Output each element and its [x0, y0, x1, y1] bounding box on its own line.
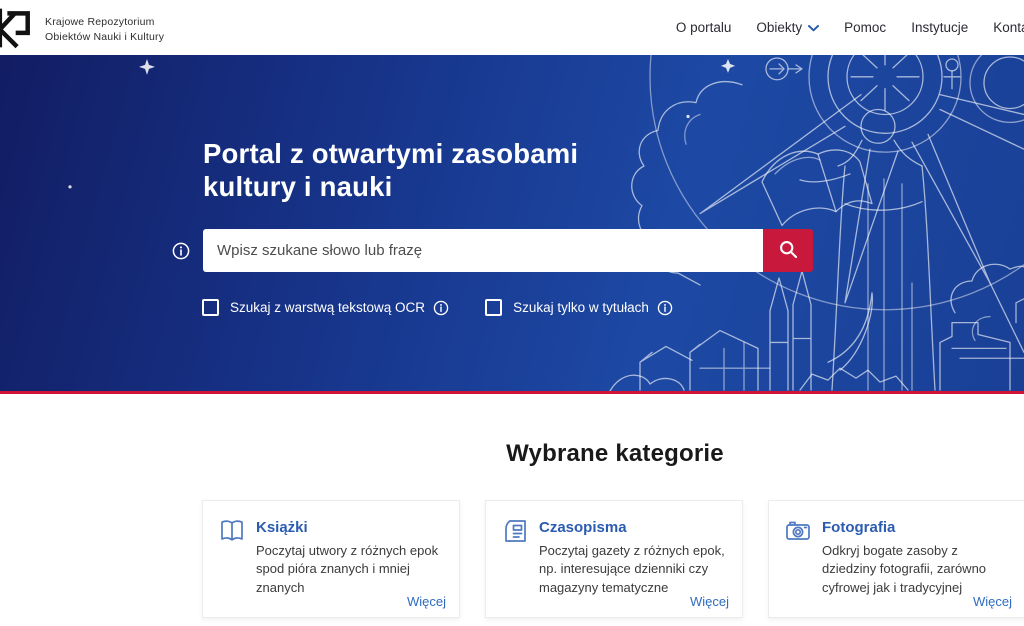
- checkbox-ocr[interactable]: Szukaj z warstwą tekstową OCR: [202, 299, 449, 316]
- category-card-czasopisma: Czasopisma Poczytaj gazety z różnych epo…: [485, 500, 743, 618]
- card-desc-czasopisma: Poczytaj gazety z różnych epok, np. inte…: [539, 542, 729, 597]
- nav-item-o-portalu[interactable]: O portalu: [676, 20, 732, 35]
- more-link-czasopisma[interactable]: Więcej: [690, 594, 729, 609]
- card-title-czasopisma[interactable]: Czasopisma: [539, 519, 729, 536]
- search-input[interactable]: [203, 229, 763, 272]
- hero-title: Portal z otwartymi zasobami kultury i na…: [203, 137, 598, 203]
- card-desc-fotografia: Odkryj bogate zasoby z dziedziny fotogra…: [822, 542, 1012, 597]
- hero-banner: Portal z otwartymi zasobami kultury i na…: [0, 55, 1024, 394]
- open-book-icon: [218, 517, 246, 597]
- nav-item-kontakt[interactable]: Kontakt: [993, 20, 1024, 35]
- checkbox-ocr-label: Szukaj z warstwą tekstową OCR: [230, 300, 425, 315]
- camera-icon: [784, 517, 812, 597]
- card-title-ksiazki[interactable]: Książki: [256, 519, 446, 536]
- search-bar: [203, 229, 813, 272]
- nav-item-pomoc[interactable]: Pomoc: [844, 20, 886, 35]
- info-icon[interactable]: [433, 300, 449, 316]
- chevron-down-icon: [808, 20, 819, 35]
- checkbox-titles-label: Szukaj tylko w tytułach: [513, 300, 649, 315]
- category-card-ksiazki: Książki Poczytaj utwory z różnych epok s…: [202, 500, 460, 618]
- kronika-logo-icon: [0, 6, 36, 54]
- card-title-fotografia[interactable]: Fotografia: [822, 519, 1012, 536]
- nav-item-instytucje[interactable]: Instytucje: [911, 20, 968, 35]
- top-bar: Krajowe Repozytorium Obiektów Nauki i Ku…: [0, 0, 1024, 55]
- more-link-fotografia[interactable]: Więcej: [973, 594, 1012, 609]
- nav-item-obiekty[interactable]: Obiekty: [756, 20, 819, 35]
- search-icon: [778, 239, 799, 263]
- category-cards: Książki Poczytaj utwory z różnych epok s…: [202, 500, 1024, 618]
- search-info-icon[interactable]: [172, 242, 190, 260]
- more-link-ksiazki[interactable]: Więcej: [407, 594, 446, 609]
- logo-line1: Krajowe Repozytorium: [45, 16, 155, 28]
- checkbox-titles-box[interactable]: [485, 299, 502, 316]
- search-options: Szukaj z warstwą tekstową OCR Szukaj tyl…: [202, 299, 673, 316]
- logo-text: Krajowe Repozytorium Obiektów Nauki i Ku…: [45, 15, 164, 44]
- kronika-portal-page: { "header": { "logo": { "line1": "Krajow…: [0, 0, 1024, 626]
- checkbox-titles[interactable]: Szukaj tylko w tytułach: [485, 299, 673, 316]
- main-nav: O portalu Obiekty Pomoc Instytucje Konta…: [676, 0, 1024, 55]
- categories-title: Wybrane kategorie: [0, 440, 1024, 468]
- newspaper-icon: [501, 517, 529, 597]
- info-icon[interactable]: [657, 300, 673, 316]
- search-button[interactable]: [763, 229, 813, 272]
- checkbox-ocr-box[interactable]: [202, 299, 219, 316]
- hero-illustration: [0, 55, 1024, 391]
- logo-line2: Obiektów Nauki i Kultury: [45, 31, 164, 43]
- category-card-fotografia: Fotografia Odkryj bogate zasoby z dziedz…: [768, 500, 1024, 618]
- card-desc-ksiazki: Poczytaj utwory z różnych epok spod piór…: [256, 542, 446, 597]
- logo[interactable]: Krajowe Repozytorium Obiektów Nauki i Ku…: [0, 6, 164, 54]
